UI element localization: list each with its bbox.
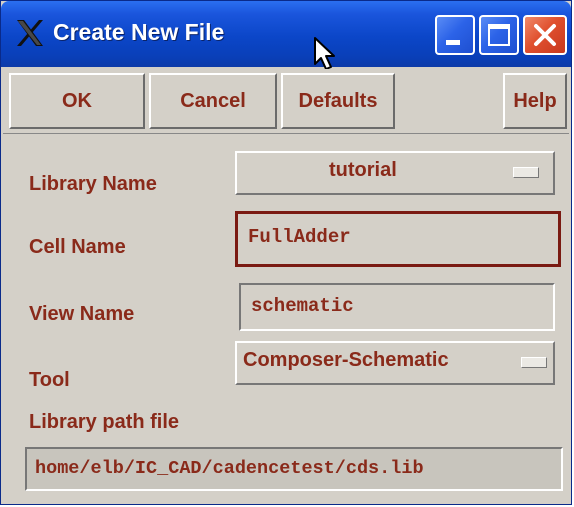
tool-dropdown[interactable]: Composer-Schematic (235, 341, 555, 385)
view-name-value: schematic (251, 295, 354, 317)
tool-label: Tool (29, 369, 70, 391)
help-button[interactable]: Help (503, 73, 567, 129)
x-logo-icon (17, 20, 43, 46)
minimize-button[interactable] (435, 15, 475, 55)
close-button[interactable] (523, 15, 567, 55)
library-path-label: Library path file (29, 411, 180, 433)
window-title: Create New File (53, 19, 225, 45)
view-name-label: View Name (29, 303, 135, 325)
cell-name-input[interactable]: FullAdder (235, 211, 561, 267)
library-path-value: home/elb/IC_CAD/cadencetest/cds.lib (35, 458, 424, 479)
maximize-icon (488, 24, 510, 46)
mouse-cursor-icon (314, 37, 335, 70)
minimize-icon (446, 40, 460, 45)
title-bar[interactable]: Create New File (1, 1, 571, 70)
cancel-button[interactable]: Cancel (149, 73, 277, 129)
cell-name-value: FullAdder (248, 226, 351, 248)
view-name-input[interactable]: schematic (239, 283, 555, 331)
create-new-file-dialog: Create New File OK Cancel Defaults Help … (0, 0, 572, 505)
maximize-button[interactable] (479, 15, 519, 55)
dropdown-indicator-icon (521, 357, 547, 368)
library-name-dropdown[interactable]: tutorial (235, 151, 555, 195)
ok-button[interactable]: OK (9, 73, 145, 129)
close-icon (534, 24, 556, 46)
button-row: OK Cancel Defaults Help (3, 69, 569, 134)
library-path-input[interactable]: home/elb/IC_CAD/cadencetest/cds.lib (25, 447, 563, 491)
tool-value: Composer-Schematic (243, 349, 449, 371)
library-name-label: Library Name (29, 173, 157, 195)
dropdown-indicator-icon (513, 167, 539, 178)
defaults-button[interactable]: Defaults (281, 73, 395, 129)
library-name-value: tutorial (329, 159, 397, 181)
cell-name-label: Cell Name (29, 236, 126, 258)
